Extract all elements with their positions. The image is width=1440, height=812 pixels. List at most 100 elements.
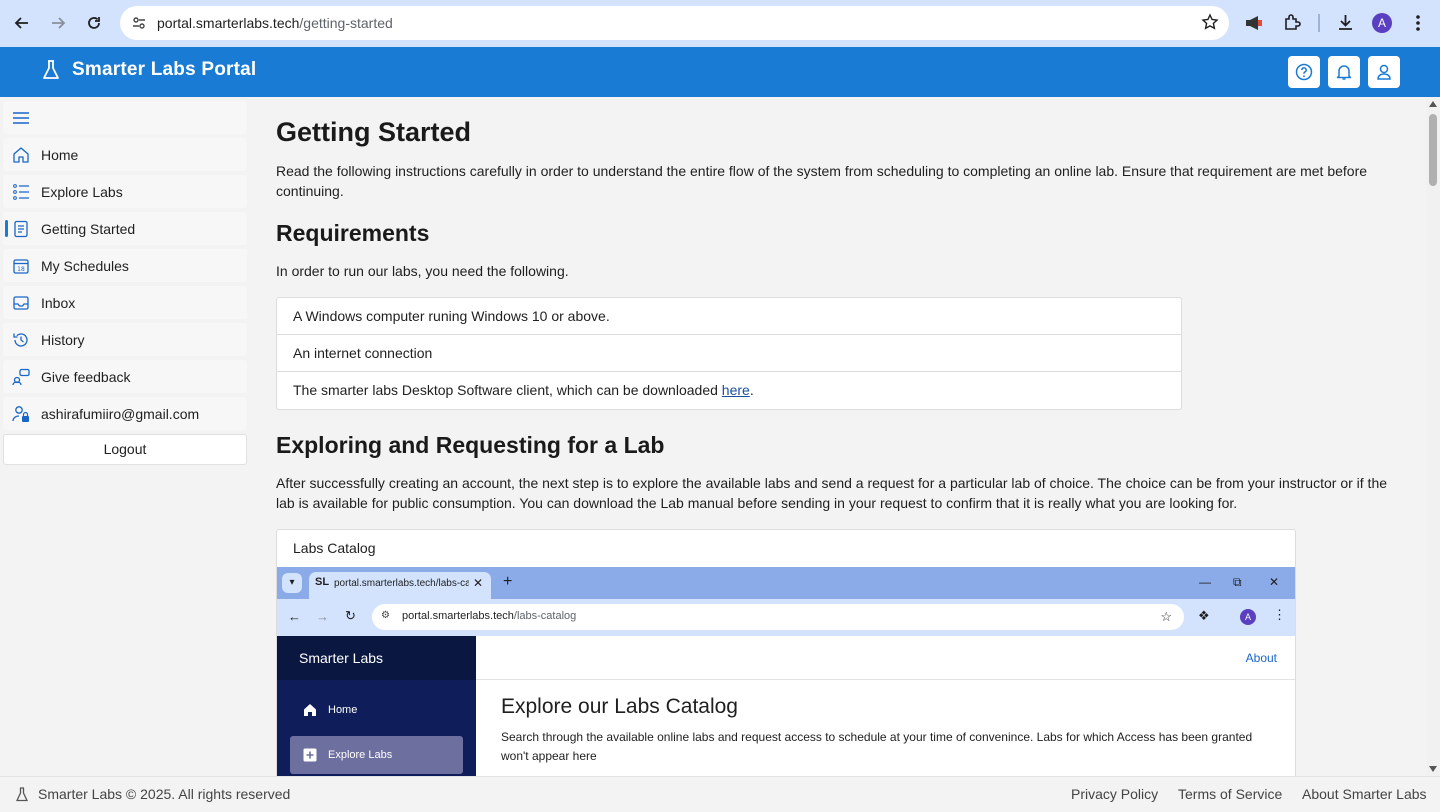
card-title: Labs Catalog (293, 540, 376, 556)
forward-button[interactable] (40, 5, 76, 41)
inbox-icon (13, 296, 29, 310)
list-item-text: The smarter labs Desktop Software client… (293, 382, 722, 398)
sidebar-item-give-feedback[interactable]: Give feedback (3, 360, 247, 393)
sidebar-item-label: Give feedback (41, 369, 131, 385)
bookmark-star-icon: ☆ (1160, 609, 1172, 624)
notifications-button[interactable] (1328, 56, 1360, 88)
hamburger-icon (13, 112, 29, 124)
sidebar-item-home[interactable]: Home (3, 138, 247, 171)
new-tab-icon: + (503, 573, 513, 590)
history-icon (13, 333, 28, 347)
extensions-icon[interactable] (1283, 13, 1302, 32)
labs-catalog-card: Labs Catalog ▾ SL portal.smarterlabs.tec… (276, 529, 1296, 776)
sidebar: Home Explore Labs Getting Started 18 My … (0, 97, 252, 776)
footer: Smarter Labs © 2025. All rights reserved… (0, 776, 1440, 812)
app-title: Smarter Labs Portal (72, 59, 257, 80)
embedded-text: Search through the available online labs… (501, 730, 1253, 763)
page-scrollbar[interactable] (1426, 97, 1440, 776)
avatar: A (1240, 609, 1256, 625)
sidebar-item-getting-started[interactable]: Getting Started (3, 212, 247, 245)
bookmark-star-icon[interactable] (1201, 13, 1219, 31)
arrow-left-icon: ← (288, 609, 301, 624)
embedded-heading: Explore our Labs Catalog (501, 695, 738, 718)
sidebar-toggle[interactable] (3, 101, 247, 134)
embedded-nav-explore: Explore Labs (290, 736, 463, 774)
url-text: portal.smarterlabs.tech/getting-started (157, 15, 393, 31)
embedded-tab-strip: ▾ SL portal.smarterlabs.tech/labs-catalo… (277, 567, 1295, 599)
calendar-icon: 18 (13, 259, 29, 274)
scroll-up-arrow[interactable] (1429, 101, 1437, 107)
sidebar-item-my-schedules[interactable]: 18 My Schedules (3, 249, 247, 282)
browser-toolbar: portal.smarterlabs.tech/getting-started … (0, 0, 1440, 47)
megaphone-icon[interactable] (1244, 14, 1266, 32)
flask-icon (43, 60, 59, 79)
more-menu-icon[interactable] (1408, 13, 1428, 33)
extensions-icon: ❖ (1198, 608, 1210, 623)
embedded-tab: SL portal.smarterlabs.tech/labs-catalog … (309, 572, 491, 599)
arrow-right-icon (52, 17, 66, 29)
list-item: The smarter labs Desktop Software client… (277, 372, 1181, 409)
address-bar[interactable]: portal.smarterlabs.tech/getting-started (120, 6, 1229, 40)
sidebar-item-label: ashirafumiiro@gmail.com (41, 406, 200, 422)
site-settings-icon[interactable] (128, 12, 150, 34)
feedback-icon (12, 368, 30, 386)
profile-avatar[interactable]: A (1372, 13, 1392, 33)
embedded-nav-home: Home (290, 691, 463, 729)
app-header: Smarter Labs Portal (0, 47, 1440, 97)
terms-of-service-link[interactable]: Terms of Service (1178, 786, 1282, 802)
active-indicator (5, 220, 8, 237)
svg-text:18: 18 (17, 266, 25, 273)
close-icon: ✕ (472, 576, 483, 590)
privacy-policy-link[interactable]: Privacy Policy (1071, 786, 1158, 802)
scroll-down-arrow[interactable] (1429, 766, 1437, 772)
plus-box-icon (303, 748, 317, 762)
back-button[interactable] (4, 5, 40, 41)
embedded-about-link: About (1245, 651, 1277, 665)
sidebar-item-label: Inbox (41, 295, 76, 311)
embedded-topbar: About (476, 636, 1295, 680)
intro-text: Read the following instructions carefull… (276, 163, 1368, 199)
about-link[interactable]: About Smarter Labs (1302, 786, 1427, 802)
help-button[interactable] (1288, 56, 1320, 88)
list-item-suffix: . (749, 382, 754, 398)
arrow-left-icon (14, 17, 28, 29)
scroll-thumb[interactable] (1429, 114, 1437, 186)
requirements-lead: In order to run our labs, you need the f… (276, 263, 569, 279)
home-icon (304, 704, 316, 716)
embedded-sidebar: Smarter Labs Home Explore Labs (277, 636, 476, 776)
page-title: Getting Started (276, 117, 472, 147)
brand[interactable]: Smarter Labs Portal (42, 59, 256, 81)
list-item: A Windows computer runing Windows 10 or … (277, 298, 1181, 335)
user-lock-icon (12, 406, 29, 422)
document-icon (14, 220, 28, 238)
requirements-heading: Requirements (276, 220, 430, 246)
sidebar-item-inbox[interactable]: Inbox (3, 286, 247, 319)
site-settings-icon: ⚙ (381, 610, 390, 621)
download-link[interactable]: here (722, 382, 750, 398)
sidebar-item-label: History (41, 332, 85, 348)
exploring-text: After successfully creating an account, … (276, 475, 1388, 511)
embedded-toolbar: ← → ↻ ⚙ portal.smarterlabs.tech/labs-cat… (277, 599, 1295, 636)
reload-icon (88, 17, 100, 29)
embedded-screenshot: ▾ SL portal.smarterlabs.tech/labs-catalo… (277, 567, 1295, 776)
sidebar-item-explore-labs[interactable]: Explore Labs (3, 175, 247, 208)
logout-button[interactable]: Logout (3, 434, 247, 465)
reload-button[interactable] (76, 5, 112, 41)
sidebar-item-history[interactable]: History (3, 323, 247, 356)
close-window-icon: ✕ (1269, 575, 1280, 589)
sidebar-item-label: Home (41, 147, 79, 163)
bell-icon (1336, 65, 1352, 80)
account-button[interactable] (1368, 56, 1400, 88)
footer-copyright: Smarter Labs © 2025. All rights reserved (16, 786, 290, 802)
user-icon (1377, 64, 1391, 80)
flask-icon (16, 786, 28, 801)
help-icon (1295, 63, 1313, 81)
sidebar-item-account[interactable]: ashirafumiiro@gmail.com (3, 397, 247, 430)
restore-icon: ⧉ (1233, 575, 1242, 589)
tab-title: portal.smarterlabs.tech/labs-catalog (334, 578, 469, 589)
embedded-brand: Smarter Labs (277, 636, 476, 680)
home-icon (13, 147, 29, 163)
embedded-address-bar: ⚙ portal.smarterlabs.tech/labs-catalog ☆ (372, 604, 1184, 630)
list-icon (13, 184, 29, 200)
downloads-icon[interactable] (1336, 13, 1355, 32)
